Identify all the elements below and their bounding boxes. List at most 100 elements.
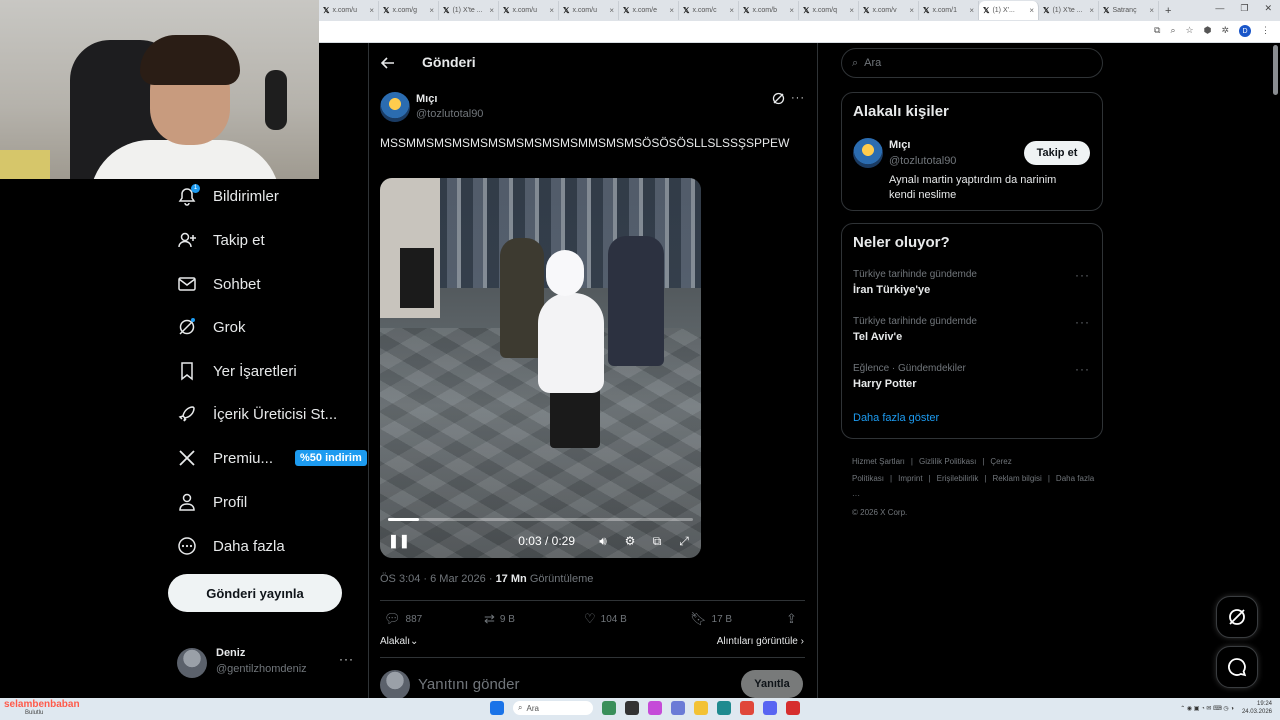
trend-more-icon[interactable]: ··· <box>1075 362 1090 376</box>
footer-link[interactable]: Imprint <box>898 474 922 483</box>
windows-start-icon[interactable] <box>490 701 504 715</box>
close-tab-icon[interactable]: × <box>609 6 614 15</box>
related-dropdown[interactable]: Alakalı⌄ <box>380 636 418 647</box>
pip-icon[interactable]: ⧉ <box>648 532 666 550</box>
browser-tab[interactable]: 𝕏x.com/u × <box>559 1 619 20</box>
close-tab-icon[interactable]: × <box>669 6 674 15</box>
browser-tab[interactable]: 𝕏 (1) X'... × <box>979 1 1039 20</box>
author-handle[interactable]: @tozlutotal90 <box>416 108 483 120</box>
repost-action[interactable]: ⇄ 9 B <box>484 611 584 627</box>
close-tab-icon[interactable]: × <box>789 6 794 15</box>
copilot-icon[interactable] <box>648 701 662 715</box>
menu-icon[interactable]: ⋮ <box>1261 25 1270 37</box>
nav-item-i-erik-reticisi-st[interactable]: İçerik Üreticisi St... <box>177 402 337 426</box>
close-tab-icon[interactable]: × <box>429 6 434 15</box>
footer-link[interactable]: Erişilebilirlik <box>937 474 979 483</box>
pause-icon[interactable]: ❚❚ <box>388 533 410 549</box>
close-tab-icon[interactable]: × <box>969 6 974 15</box>
fullscreen-icon[interactable]: ⤢ <box>675 532 693 550</box>
close-tab-icon[interactable]: × <box>489 6 494 15</box>
related-name[interactable]: Mıçı <box>889 139 910 151</box>
discord-icon[interactable] <box>763 701 777 715</box>
post-button[interactable]: Gönderi yayınla <box>168 574 342 612</box>
footer-link[interactable]: © 2026 X Corp. <box>852 504 1091 521</box>
nav-item-yer-i-aretleri[interactable]: Yer İşaretleri <box>177 359 297 383</box>
post-more-icon[interactable]: ··· <box>791 92 805 104</box>
related-handle[interactable]: @tozlutotal90 <box>889 155 956 167</box>
nav-item-bildirimler[interactable]: 1 Bildirimler <box>177 184 279 208</box>
search-input[interactable]: ⌕ Ara <box>841 48 1103 78</box>
author-avatar[interactable] <box>380 92 410 122</box>
show-more-link[interactable]: Daha fazla göster <box>853 412 939 424</box>
app-icon[interactable] <box>786 701 800 715</box>
teams-icon[interactable] <box>671 701 685 715</box>
reply-action[interactable]: 💬︎ 887 <box>384 611 484 627</box>
close-tab-icon[interactable]: × <box>369 6 374 15</box>
account-more-icon[interactable]: ··· <box>339 652 354 666</box>
close-tab-icon[interactable]: × <box>1029 6 1034 15</box>
minimize-icon[interactable]: — <box>1215 3 1224 14</box>
tray-icons[interactable]: ⌃ ◉ ▣ ◔ ✉ ⌨ ◷ ◑ <box>1180 705 1234 712</box>
footer-link[interactable]: Reklam bilgisi <box>992 474 1041 483</box>
puzzle-icon[interactable]: ✲ <box>1221 25 1229 37</box>
trend-more-icon[interactable]: ··· <box>1075 268 1090 282</box>
video-progress-bar[interactable] <box>388 518 693 521</box>
browser-tab[interactable]: 𝕏x.com/v × <box>859 1 919 20</box>
profile-avatar[interactable]: D <box>1239 25 1251 37</box>
grok-fab[interactable] <box>1216 596 1258 638</box>
messages-fab[interactable] <box>1216 646 1258 688</box>
new-tab-button[interactable]: + <box>1165 5 1171 17</box>
star-icon[interactable]: ☆ <box>1186 25 1194 37</box>
nav-item-profil[interactable]: Profil <box>177 490 247 514</box>
zoom-icon[interactable]: ⌕ <box>1170 25 1175 37</box>
browser-tab[interactable]: 𝕏x.com/c × <box>679 1 739 20</box>
like-action[interactable]: ♡ 104 B <box>584 611 690 627</box>
browser-tab[interactable]: 𝕏x.com/u × <box>319 1 379 20</box>
browser-tab[interactable]: 𝕏 Satranç × <box>1099 1 1159 20</box>
footer-link[interactable]: Gizlilik Politikası <box>919 457 976 466</box>
browser-tab[interactable]: 𝕏x.com/b × <box>739 1 799 20</box>
trend-more-icon[interactable]: ··· <box>1075 315 1090 329</box>
browser-tab[interactable]: 𝕏x.com/e × <box>619 1 679 20</box>
scrollbar[interactable] <box>1273 45 1278 95</box>
related-avatar[interactable] <box>853 138 883 168</box>
close-tab-icon[interactable]: × <box>909 6 914 15</box>
browser-tab[interactable]: 𝕏x.com/g × <box>379 1 439 20</box>
reply-input[interactable]: Yanıtını gönder <box>418 676 519 693</box>
nav-item-grok[interactable]: Grok <box>177 315 246 339</box>
settings-icon[interactable]: ⚙︎ <box>621 532 639 550</box>
maximize-icon[interactable]: ❐ <box>1240 3 1248 14</box>
follow-button[interactable]: Takip et <box>1024 141 1090 165</box>
author-name[interactable]: Mıçı <box>416 93 437 105</box>
clock[interactable]: 19:24 24.03.2026 <box>1242 700 1272 716</box>
nav-item-takip-et[interactable]: Takip et <box>177 228 265 252</box>
close-tab-icon[interactable]: × <box>849 6 854 15</box>
nav-item-daha-fazla[interactable]: Daha fazla <box>177 534 285 558</box>
widgets-icon[interactable] <box>602 701 616 715</box>
browser-tab[interactable]: 𝕏x.com/q × <box>799 1 859 20</box>
video-player[interactable]: ❚❚ 0:03 / 0:29 🔊︎ ⚙︎ ⧉ ⤢ <box>380 178 701 558</box>
close-window-icon[interactable]: ✕ <box>1264 3 1272 14</box>
nav-item-sohbet[interactable]: Sohbet <box>177 272 261 296</box>
reply-button[interactable]: Yanıtla <box>741 670 803 698</box>
browser-tab[interactable]: 𝕏 (1) X'te ... × <box>1039 1 1099 20</box>
footer-link[interactable]: Hizmet Şartları <box>852 457 905 466</box>
edge-icon[interactable] <box>717 701 731 715</box>
install-icon[interactable]: ⧉ <box>1154 25 1160 37</box>
back-arrow-icon[interactable] <box>381 56 395 70</box>
volume-icon[interactable]: 🔊︎ <box>594 532 612 550</box>
bookmark-action[interactable]: 🔖︎ 17 B <box>690 611 786 627</box>
chrome-icon[interactable] <box>740 701 754 715</box>
file-explorer-icon[interactable] <box>694 701 708 715</box>
taskbar-search[interactable]: ⌕ Ara <box>513 701 593 715</box>
browser-tab[interactable]: 𝕏 (1) X'te ... × <box>439 1 499 20</box>
account-switcher[interactable]: Deniz @gentilzhomdeniz ··· <box>177 646 357 680</box>
view-quotes-link[interactable]: Alıntıları görüntüle › <box>717 636 804 647</box>
close-tab-icon[interactable]: × <box>1089 6 1094 15</box>
share-action[interactable]: ⇪ <box>786 611 797 627</box>
browser-tab[interactable]: 𝕏x.com/u × <box>499 1 559 20</box>
address-bar[interactable]: ⧉ ⌕ ☆ ⬢ ✲ D ⋮ <box>319 21 1280 43</box>
nav-item-premiu[interactable]: Premiu... %50 indirim <box>177 446 367 470</box>
post-timestamp[interactable]: ÖS 3:04 · 6 Mar 2026 · <box>380 573 496 585</box>
extension-icon[interactable]: ⬢ <box>1204 25 1212 37</box>
